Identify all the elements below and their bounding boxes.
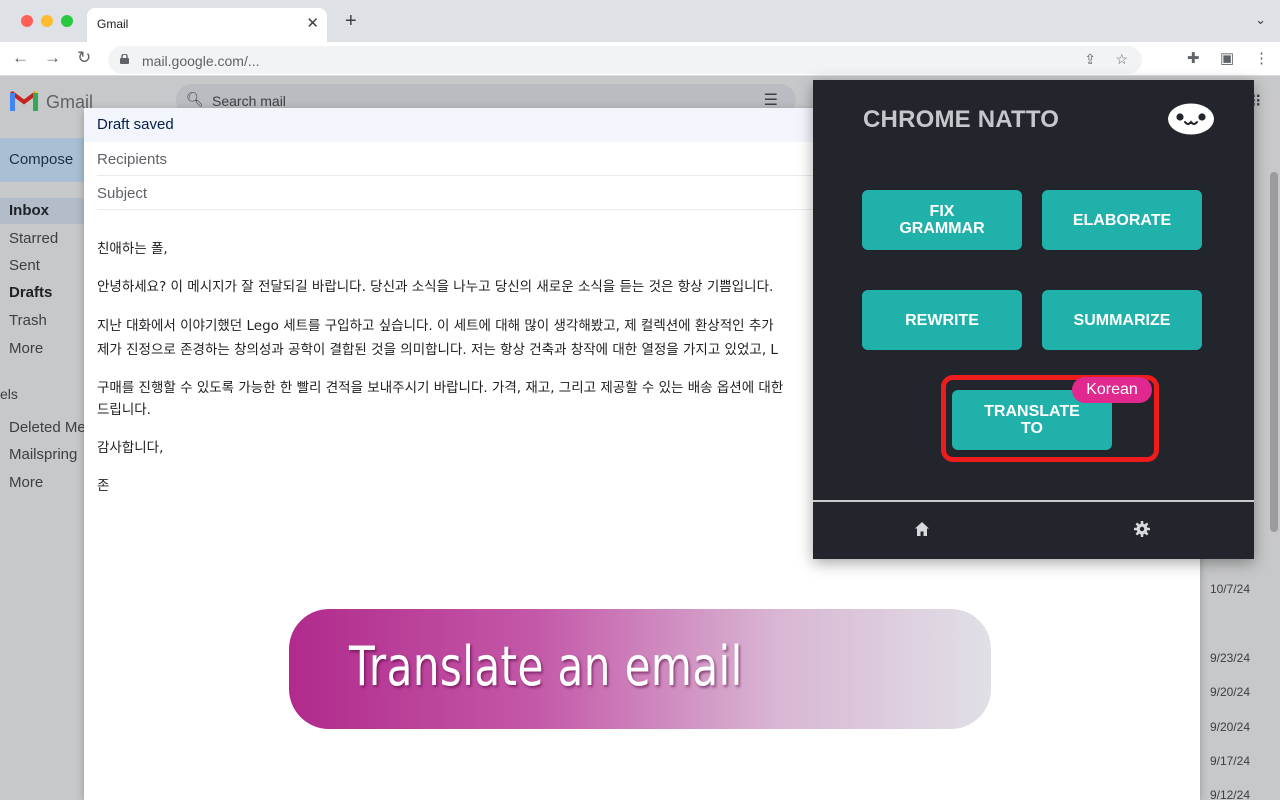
body-line[interactable]: 감사합니다, [97, 436, 163, 456]
close-window-button[interactable] [21, 15, 33, 27]
email-date: 9/20/24 [1209, 685, 1250, 699]
address-bar[interactable]: mail.google.com/... ☆ ⇪ [108, 46, 1142, 74]
star-icon[interactable]: ☆ [1115, 51, 1128, 68]
draft-status: Draft saved [97, 116, 174, 133]
reload-icon[interactable]: ↻ [77, 48, 91, 68]
elaborate-button[interactable]: ELABORATE [1042, 190, 1202, 250]
email-date: 9/20/24 [1209, 720, 1250, 734]
summarize-button[interactable]: SUMMARIZE [1042, 290, 1202, 350]
sidebar-item-more[interactable]: More [9, 340, 43, 357]
fix-grammar-label: FIX GRAMMAR [899, 203, 985, 237]
target-language-badge[interactable]: Korean [1072, 377, 1152, 403]
search-icon: 🔍︎ [186, 91, 204, 107]
browser-toolbar: ← → ↻ mail.google.com/... ☆ ⇪ ✚ ▣ ⋮ [0, 42, 1280, 76]
gear-icon[interactable] [1133, 520, 1151, 538]
maximize-window-button[interactable] [61, 15, 73, 27]
lock-icon [120, 54, 129, 64]
body-line[interactable]: 친애하는 폴, [97, 237, 168, 257]
tab-search-chevron-icon[interactable]: ⌄ [1255, 12, 1266, 28]
sidebar-item-starred[interactable]: Starred [9, 230, 58, 247]
promo-banner: Translate an email [289, 609, 991, 729]
url-text: mail.google.com/... [142, 53, 260, 69]
forward-arrow-icon[interactable]: → [44, 48, 61, 68]
home-icon[interactable] [913, 520, 931, 538]
browser-tab-strip: Gmail ✕ + ⌄ [0, 0, 1280, 42]
recipients-placeholder: Recipients [97, 151, 168, 168]
elaborate-label: ELABORATE [1072, 211, 1172, 229]
label-more[interactable]: More [9, 474, 43, 491]
body-line[interactable]: 존 [97, 474, 109, 494]
body-line[interactable]: 제가 진정으로 존경하는 창의성과 공학이 결합된 것을 의미합니다. 저는 항… [97, 338, 778, 358]
body-line[interactable]: 드립니다. [97, 398, 151, 418]
back-arrow-icon[interactable]: ← [12, 48, 29, 68]
sidebar-item-drafts[interactable]: Drafts [9, 284, 52, 301]
fix-grammar-button[interactable]: FIX GRAMMAR [862, 190, 1022, 250]
more-menu-icon[interactable]: ⋮ [1254, 49, 1269, 67]
browser-tab[interactable]: Gmail ✕ [87, 8, 327, 42]
translate-to-label: TRANSLATE TO [984, 403, 1080, 437]
search-placeholder: Search mail [212, 93, 286, 109]
extensions-puzzle-icon[interactable]: ✚ [1187, 49, 1200, 67]
gmail-logo-icon [10, 91, 38, 111]
compose-label: Compose [9, 151, 74, 168]
tab-title: Gmail [97, 17, 129, 31]
label-item[interactable]: Deleted Me [9, 419, 86, 436]
subject-placeholder: Subject [97, 185, 148, 202]
compose-button[interactable]: Compose [0, 138, 96, 182]
email-date: 10/7/24 [1209, 582, 1250, 596]
body-line[interactable]: 안녕하세요? 이 메시지가 잘 전달되길 바랍니다. 당신과 소식을 나누고 당… [97, 275, 773, 295]
popup-divider [813, 500, 1254, 502]
minimize-window-button[interactable] [41, 15, 53, 27]
labels-heading: els [0, 386, 18, 402]
body-line[interactable]: 지난 대화에서 이야기했던 Lego 세트를 구입하고 싶습니다. 이 세트에 … [97, 314, 774, 334]
sidebar-item-sent[interactable]: Sent [9, 257, 40, 274]
email-date: 9/17/24 [1209, 754, 1250, 768]
filter-options-icon[interactable]: ☰ [764, 90, 778, 110]
banner-text: Translate an email [349, 635, 743, 698]
rewrite-label: REWRITE [905, 311, 979, 329]
sidebar-item-inbox[interactable]: Inbox [9, 202, 49, 219]
label-item[interactable]: Mailspring [9, 446, 77, 463]
share-icon[interactable]: ⇪ [1084, 51, 1096, 68]
summarize-label: SUMMARIZE [1073, 311, 1171, 329]
extension-title: CHROME NATTO [863, 106, 1060, 133]
scrollbar[interactable] [1270, 172, 1278, 532]
email-date: 9/12/24 [1209, 788, 1250, 800]
body-line[interactable]: 구매를 진행할 수 있도록 가능한 한 빨리 견적을 보내주시기 바랍니다. 가… [97, 376, 783, 396]
sidebar-item-trash[interactable]: Trash [9, 312, 47, 329]
new-tab-icon[interactable]: + [345, 11, 357, 31]
email-date: 9/23/24 [1209, 651, 1250, 665]
side-panel-icon[interactable]: ▣ [1220, 49, 1234, 67]
natto-mascot-icon [1168, 103, 1214, 135]
rewrite-button[interactable]: REWRITE [862, 290, 1022, 350]
tab-close-icon[interactable]: ✕ [306, 14, 319, 32]
extension-popup: CHROME NATTO FIX GRAMMAR ELABORATE REWRI… [813, 80, 1254, 559]
